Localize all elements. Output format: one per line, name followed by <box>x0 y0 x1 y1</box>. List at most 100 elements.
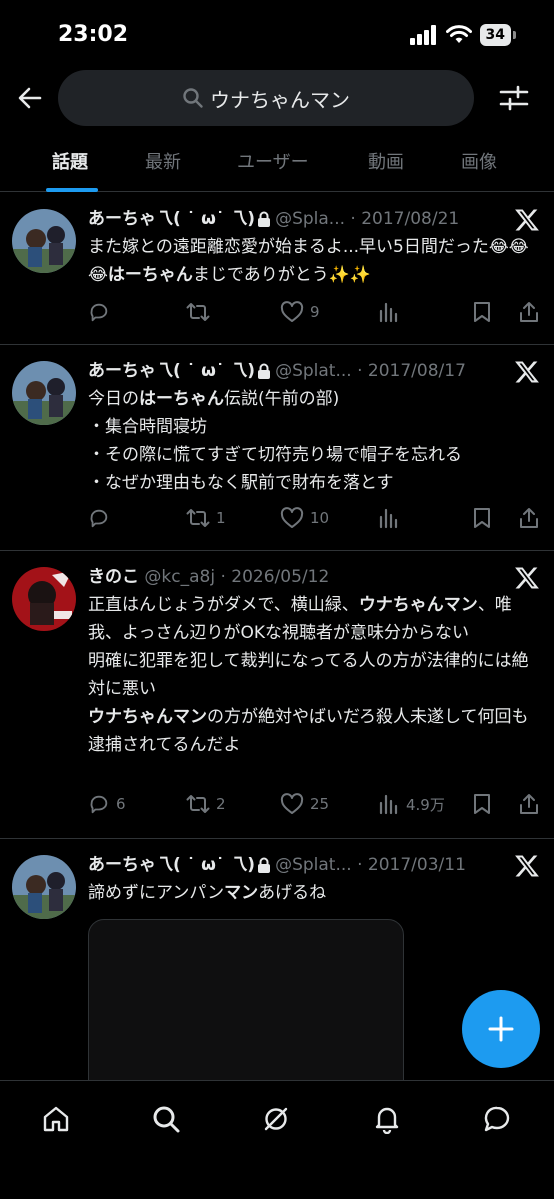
views-button[interactable] <box>378 503 406 533</box>
nav-home[interactable] <box>36 1099 76 1139</box>
tab-latest[interactable]: 最新 <box>145 148 181 174</box>
search-settings-button[interactable] <box>496 80 532 116</box>
tweet-header: あーちゃ乁( ˙ ω˙ 乁) @Splat... · 2017/03/11 <box>88 851 508 879</box>
share-button[interactable] <box>518 297 540 327</box>
active-tab-indicator <box>46 188 98 192</box>
avatar[interactable] <box>12 567 76 631</box>
search-icon <box>153 1106 180 1133</box>
views-icon <box>379 508 398 529</box>
retweet-count: 1 <box>216 509 226 527</box>
arrow-left-icon <box>18 87 42 109</box>
views-button[interactable]: 4.9万 <box>378 789 445 819</box>
display-name[interactable]: あーちゃ乁( ˙ ω˙ 乁) <box>88 361 255 381</box>
avatar[interactable] <box>12 361 76 425</box>
tab-videos[interactable]: 動画 <box>368 148 404 174</box>
tweet-text-part: 正直はんじょうがダメで、横山緑、 <box>88 595 359 615</box>
compose-button[interactable] <box>462 990 540 1068</box>
x-logo-icon <box>515 567 539 589</box>
share-button[interactable] <box>518 503 540 533</box>
tweet-date[interactable]: · 2017/08/21 <box>350 209 459 229</box>
reply-count: 6 <box>116 795 126 813</box>
x-logo-icon <box>515 855 539 877</box>
signal-icon <box>409 25 436 45</box>
avatar[interactable] <box>12 209 76 273</box>
nav-messages[interactable] <box>477 1099 517 1139</box>
tweet[interactable]: きのこ @kc_a8j · 2026/05/12 正直はんじょうがダメで、横山緑… <box>0 551 554 839</box>
back-button[interactable] <box>12 80 48 116</box>
home-icon <box>43 1106 69 1132</box>
user-handle[interactable]: @Splat... <box>275 361 352 381</box>
tweet[interactable]: あーちゃ乁( ˙ ω˙ 乁) @Splat... · 2017/08/17 今日の… <box>0 345 554 551</box>
bookmark-button[interactable] <box>472 789 492 819</box>
retweet-button[interactable]: 2 <box>186 789 226 819</box>
heart-icon <box>280 507 304 528</box>
reply-button[interactable] <box>88 297 116 327</box>
tab-people[interactable]: ユーザー <box>237 148 309 174</box>
tweet[interactable]: あーちゃ乁( ˙ ω˙ 乁) @Spla... · 2017/08/21 また嫁と… <box>0 193 554 345</box>
tweet-date[interactable]: · 2026/05/12 <box>220 567 329 587</box>
tab-images[interactable]: 画像 <box>461 148 497 174</box>
avatar[interactable] <box>12 855 76 919</box>
avatar-image <box>12 855 76 919</box>
share-icon <box>520 508 538 528</box>
bookmark-icon <box>474 794 490 814</box>
bottom-navigation <box>0 1080 554 1199</box>
tweet-actions: 1 10 <box>88 503 543 533</box>
retweet-button[interactable]: 1 <box>186 503 226 533</box>
like-button[interactable]: 10 <box>280 503 329 533</box>
retweet-button[interactable] <box>186 297 216 327</box>
bookmark-icon <box>474 302 490 322</box>
tweet-media[interactable] <box>88 919 404 1080</box>
user-handle[interactable]: @Spla... <box>275 209 345 229</box>
x-logo-icon <box>515 361 539 383</box>
tweet-date[interactable]: · 2017/03/11 <box>357 855 466 875</box>
reply-icon <box>90 509 108 528</box>
reply-button[interactable]: 6 <box>88 789 126 819</box>
display-name[interactable]: きのこ <box>88 567 139 587</box>
views-icon <box>379 794 398 815</box>
tweet-header: きのこ @kc_a8j · 2026/05/12 <box>88 563 508 591</box>
reply-button[interactable] <box>88 503 116 533</box>
like-button[interactable]: 9 <box>280 297 320 327</box>
tweet-text: 正直はんじょうがダメで、横山緑、ウナちゃんマン、唯我、よっさん辺りがOKな視聴者… <box>88 591 538 759</box>
tweet-actions: 9 <box>88 297 543 327</box>
tweet-text-part: まじでありがとう✨✨ <box>192 265 372 285</box>
tweet-header: あーちゃ乁( ˙ ω˙ 乁) @Spla... · 2017/08/21 <box>88 205 508 233</box>
bookmark-button[interactable] <box>472 503 492 533</box>
heart-icon <box>280 301 304 322</box>
share-button[interactable] <box>518 789 540 819</box>
status-icons: 34 <box>409 24 516 46</box>
search-input[interactable]: ウナちゃんマン <box>58 70 474 126</box>
messages-icon <box>484 1106 510 1132</box>
nav-search[interactable] <box>146 1099 186 1139</box>
bookmark-button[interactable] <box>472 297 492 327</box>
avatar-image <box>12 361 76 425</box>
status-bar: 23:02 34 <box>0 0 554 70</box>
retweet-count: 2 <box>216 795 226 813</box>
user-handle[interactable]: @kc_a8j <box>144 567 215 587</box>
tweet-text: 諦めずにアンパンマンあげるね <box>88 879 538 907</box>
highlighted-keyword: はーちゃん <box>139 389 224 409</box>
display-name[interactable]: あーちゃ乁( ˙ ω˙ 乁) <box>88 209 255 229</box>
highlighted-keyword: マン <box>224 883 259 903</box>
notifications-icon <box>375 1107 399 1134</box>
like-button[interactable]: 25 <box>280 789 329 819</box>
search-tabs: 話題 最新 ユーザー 動画 画像 <box>0 140 554 192</box>
x-logo-icon <box>515 209 539 231</box>
display-name[interactable]: あーちゃ乁( ˙ ω˙ 乁) <box>88 855 255 875</box>
user-handle[interactable]: @Splat... <box>275 855 352 875</box>
tweet-text: また嫁との遠距離恋愛が始まるよ...早い5日間だった😂😂😂はーちゃんまじでありが… <box>88 233 538 289</box>
nav-grok[interactable] <box>256 1099 296 1139</box>
tweet-date[interactable]: · 2017/08/17 <box>357 361 466 381</box>
like-count: 9 <box>310 303 320 321</box>
grok-icon <box>264 1107 288 1131</box>
search-header: ウナちゃんマン <box>0 70 554 130</box>
views-icon <box>379 302 398 323</box>
highlighted-keyword: はーちゃん <box>107 265 193 285</box>
tab-top[interactable]: 話題 <box>52 148 88 174</box>
battery-level: 34 <box>479 24 511 46</box>
tweet-actions: 6 2 25 4.9万 <box>88 789 543 819</box>
retweet-icon <box>186 303 210 321</box>
views-button[interactable] <box>378 297 406 327</box>
nav-notifications[interactable] <box>367 1099 407 1139</box>
